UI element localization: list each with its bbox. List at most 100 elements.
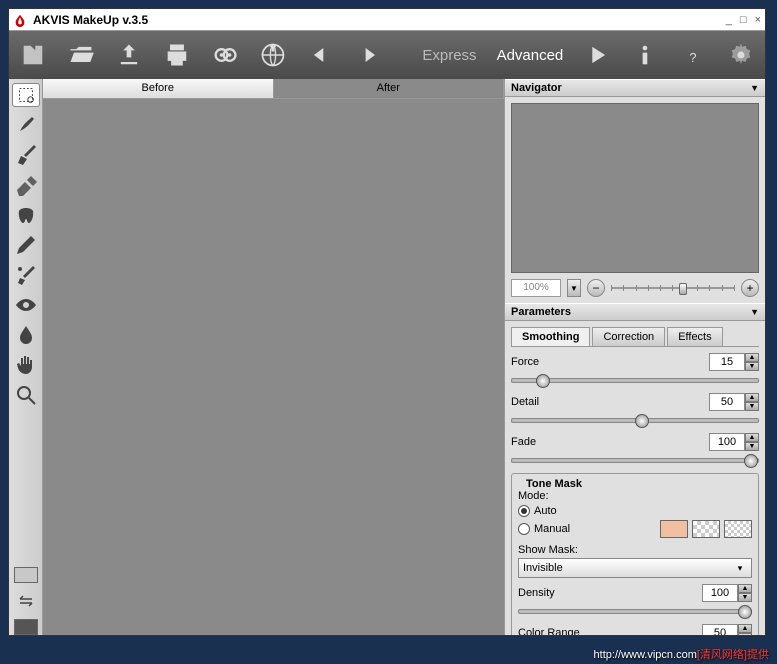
open-button[interactable] [67,41,95,69]
fade-value[interactable]: 100 [709,433,745,451]
smudge-tool[interactable] [12,113,40,137]
zoom-slider[interactable] [611,283,735,293]
zoom-slider-thumb[interactable] [679,283,687,295]
zoom-out-button[interactable]: − [587,279,605,297]
blur-tool[interactable] [12,323,40,347]
run-button[interactable] [583,41,611,69]
mode-label: Mode: [518,490,752,502]
collapse-icon: ▼ [750,83,759,93]
subtab-effects[interactable]: Effects [667,327,722,346]
show-mask-select[interactable]: Invisible ▾ [518,558,752,578]
eye-tool[interactable] [12,293,40,317]
minimize-button[interactable]: _ [726,14,732,26]
force-label: Force [511,356,709,368]
app-title: AKVIS MakeUp v.3.5 [33,13,726,27]
app-window: AKVIS MakeUp v.3.5 _ □ × Express Advance… [8,8,766,636]
density-thumb[interactable] [738,605,752,619]
manual-radio[interactable] [518,523,530,535]
transparent-swatch-1[interactable] [692,520,720,538]
manual-label: Manual [534,523,570,535]
zoom-in-button[interactable]: + [741,279,759,297]
auto-radio-row[interactable]: Auto [518,505,752,517]
save-button[interactable] [115,41,143,69]
detail-thumb[interactable] [635,414,649,428]
redo-button[interactable] [354,41,382,69]
density-up[interactable]: ▲ [738,584,752,593]
detail-slider[interactable] [511,413,759,427]
tab-after[interactable]: After [274,79,505,98]
color-range-value[interactable]: 50 [702,624,738,635]
eraser-tool[interactable] [12,173,40,197]
detail-spinner[interactable]: 50 ▲▼ [709,393,759,411]
manual-radio-row[interactable]: Manual [518,520,752,538]
close-button[interactable]: × [755,14,761,26]
tone-mask-fieldset: Tone Mask Mode: Auto Manual [511,473,759,635]
parameters-panel: Smoothing Correction Effects Force 15 ▲▼ [505,321,765,635]
fade-down[interactable]: ▼ [745,442,759,451]
density-value[interactable]: 100 [702,584,738,602]
hand-tool[interactable] [12,353,40,377]
history-brush-tool[interactable] [12,263,40,287]
maximize-button[interactable]: □ [740,14,747,26]
fade-up[interactable]: ▲ [745,433,759,442]
presets-button[interactable] [19,41,47,69]
info-button[interactable] [631,41,659,69]
detail-up[interactable]: ▲ [745,393,759,402]
force-slider[interactable] [511,373,759,387]
fade-slider[interactable] [511,453,759,467]
subtab-smoothing[interactable]: Smoothing [511,327,590,346]
auto-label: Auto [534,505,557,517]
parameter-subtabs: Smoothing Correction Effects [511,327,759,347]
color-range-row: Color Range 50 ▲▼ [518,624,752,635]
fade-thumb[interactable] [744,454,758,468]
color-range-spinner[interactable]: 50 ▲▼ [702,624,752,635]
express-mode[interactable]: Express [422,47,476,64]
batch-button[interactable] [211,41,239,69]
zoom-value[interactable]: 100% [511,279,561,297]
preview-tool[interactable] [12,83,40,107]
parameters-header[interactable]: Parameters ▼ [505,303,765,321]
force-value[interactable]: 15 [709,353,745,371]
undo-button[interactable] [307,41,335,69]
force-down[interactable]: ▼ [745,362,759,371]
canvas-area[interactable] [43,99,504,635]
detail-value[interactable]: 50 [709,393,745,411]
skin-color-swatch[interactable] [660,520,688,538]
watermark-cn: [清风网络]提供 [697,649,769,661]
density-slider[interactable] [518,604,752,618]
zoom-dropdown[interactable]: ▼ [567,279,581,297]
brush-tool[interactable] [12,143,40,167]
pencil-tool[interactable] [12,233,40,257]
density-down[interactable]: ▼ [738,593,752,602]
settings-button[interactable] [727,41,755,69]
zoom-tool[interactable] [12,383,40,407]
force-spinner[interactable]: 15 ▲▼ [709,353,759,371]
main-area: Before After Navigator ▼ 100% ▼ − [9,79,765,635]
detail-down[interactable]: ▼ [745,402,759,411]
help-button[interactable]: ? [679,41,707,69]
print-button[interactable] [163,41,191,69]
transparent-swatch-2[interactable] [724,520,752,538]
color-swatch-light[interactable] [14,567,38,583]
detail-label: Detail [511,396,709,408]
navigator-header[interactable]: Navigator ▼ [505,79,765,97]
share-button[interactable] [259,41,287,69]
force-thumb[interactable] [536,374,550,388]
advanced-mode[interactable]: Advanced [497,47,564,64]
navigator-panel: 100% ▼ − + [505,97,765,303]
tab-before[interactable]: Before [43,79,274,98]
fade-spinner[interactable]: 100 ▲▼ [709,433,759,451]
color-swatch-dark[interactable] [14,619,38,635]
auto-radio[interactable] [518,505,530,517]
color-range-down[interactable]: ▼ [738,633,752,635]
swap-colors-icon[interactable] [12,589,40,613]
teeth-tool[interactable] [12,203,40,227]
color-range-label: Color Range [518,627,702,635]
force-up[interactable]: ▲ [745,353,759,362]
subtab-correction[interactable]: Correction [592,327,665,346]
density-spinner[interactable]: 100 ▲▼ [702,584,752,602]
fade-row: Fade 100 ▲▼ [511,433,759,467]
color-range-up[interactable]: ▲ [738,624,752,633]
tone-mask-title: Tone Mask [522,478,586,490]
navigator-preview[interactable] [511,103,759,273]
